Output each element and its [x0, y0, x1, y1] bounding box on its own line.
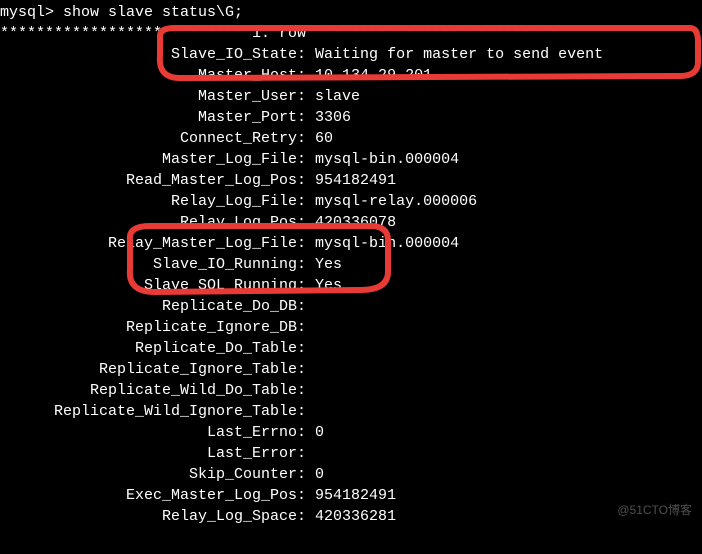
field-row: Slave_IO_Running: Yes [0, 254, 702, 275]
row-header-line: *************************** 1. row *****… [0, 23, 702, 44]
field-row: Exec_Master_Log_Pos: 954182491 [0, 485, 702, 506]
field-row: Connect_Retry: 60 [0, 128, 702, 149]
field-row: Slave_SQL_Running: Yes [0, 275, 702, 296]
field-row: Relay_Log_Space: 420336281 [0, 506, 702, 527]
mysql-prompt-line[interactable]: mysql> show slave status\G; [0, 2, 702, 23]
field-row: Replicate_Ignore_DB: [0, 317, 702, 338]
field-row: Replicate_Wild_Ignore_Table: [0, 401, 702, 422]
field-row: Read_Master_Log_Pos: 954182491 [0, 170, 702, 191]
watermark-text: @51CTO博客 [617, 502, 692, 519]
field-row: Relay_Master_Log_File: mysql-bin.000004 [0, 233, 702, 254]
field-row: Last_Error: [0, 443, 702, 464]
field-row: Master_Host: 10.134.29.201 [0, 65, 702, 86]
field-row: Master_Log_File: mysql-bin.000004 [0, 149, 702, 170]
field-row: Master_User: slave [0, 86, 702, 107]
field-row: Replicate_Do_Table: [0, 338, 702, 359]
field-row: Replicate_Ignore_Table: [0, 359, 702, 380]
field-row: Skip_Counter: 0 [0, 464, 702, 485]
field-row: Slave_IO_State: Waiting for master to se… [0, 44, 702, 65]
field-row: Replicate_Wild_Do_Table: [0, 380, 702, 401]
field-row: Last_Errno: 0 [0, 422, 702, 443]
fields-container: Slave_IO_State: Waiting for master to se… [0, 44, 702, 527]
field-row: Relay_Log_File: mysql-relay.000006 [0, 191, 702, 212]
field-row: Replicate_Do_DB: [0, 296, 702, 317]
field-row: Master_Port: 3306 [0, 107, 702, 128]
field-row: Relay_Log_Pos: 420336078 [0, 212, 702, 233]
